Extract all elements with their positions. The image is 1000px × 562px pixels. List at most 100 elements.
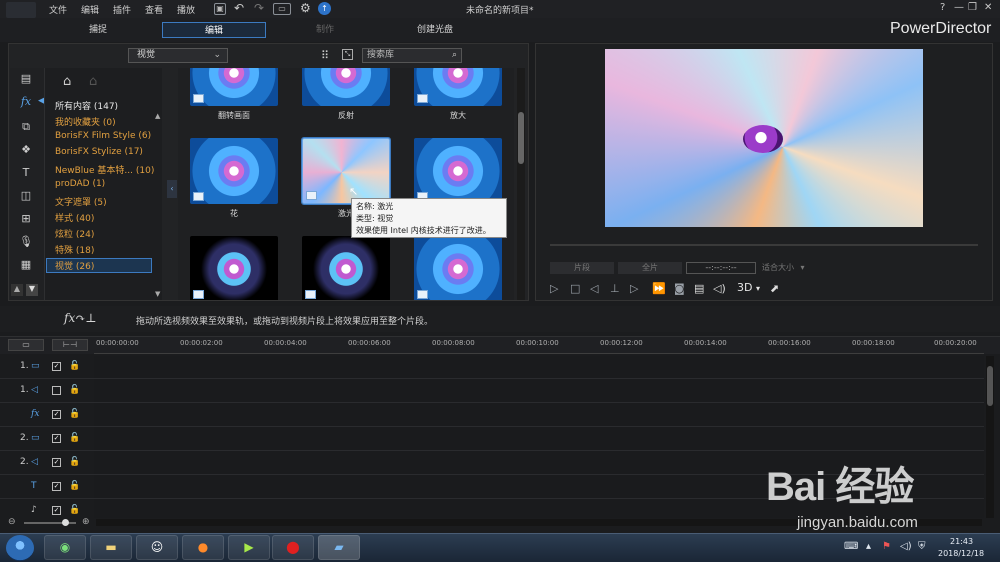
category-item[interactable]: 所有内容 (147) bbox=[55, 99, 118, 112]
add-favorite-icon[interactable]: ⌂ bbox=[63, 74, 71, 89]
scroll-down-icon[interactable]: ▼ bbox=[26, 284, 38, 296]
search-icon[interactable]: ⌕ bbox=[452, 49, 457, 62]
effect-thumbnail[interactable] bbox=[414, 236, 502, 300]
fit-timeline-icon[interactable]: ⊢⊣ bbox=[52, 339, 88, 351]
category-select[interactable]: 视觉 ⌄ bbox=[128, 48, 228, 63]
zoom-in-icon[interactable]: ⊕ bbox=[82, 517, 90, 527]
resize-icon[interactable]: ⤡ bbox=[342, 49, 353, 60]
category-item-selected[interactable]: 视觉 (26) bbox=[46, 258, 152, 273]
tab-capture[interactable]: 捕捉 bbox=[68, 22, 128, 38]
track-enable-checkbox[interactable]: ✓ bbox=[52, 410, 61, 419]
keyboard-icon[interactable]: ⌨ bbox=[844, 541, 858, 552]
movie-mode-button[interactable]: 全片 bbox=[618, 262, 682, 274]
maximize-button[interactable]: ❐ bbox=[968, 2, 977, 13]
timeline-zoom-slider[interactable]: ⊖ ⊕ bbox=[8, 517, 94, 527]
upgrade-icon[interactable]: ↑ bbox=[318, 2, 331, 15]
previous-frame-icon[interactable]: ◁ bbox=[590, 282, 598, 295]
tab-create-disc[interactable]: 创建光盘 bbox=[400, 22, 470, 38]
security-icon[interactable]: ⛨ bbox=[918, 541, 926, 552]
subtitle-icon[interactable]: ▤ bbox=[694, 282, 704, 295]
clock-date[interactable]: 2018/12/18 bbox=[938, 549, 984, 558]
minimize-button[interactable]: — bbox=[954, 2, 964, 13]
transition-room-icon[interactable]: ◫ bbox=[18, 189, 34, 203]
qq-icon[interactable]: ☺ bbox=[136, 535, 178, 560]
redo-icon[interactable]: ↷ bbox=[254, 1, 264, 15]
effect-thumbnail[interactable] bbox=[414, 68, 502, 106]
3d-mode-button[interactable]: 3D ▾ bbox=[737, 281, 760, 294]
effect-thumbnail[interactable] bbox=[190, 138, 278, 204]
category-item[interactable]: 样式 (40) bbox=[55, 211, 94, 224]
app-360-icon[interactable]: ◉ bbox=[44, 535, 86, 560]
scroll-up-icon[interactable]: ▲ bbox=[11, 284, 23, 296]
menu-view[interactable]: 查看 bbox=[145, 3, 163, 16]
clock-time[interactable]: 21:43 bbox=[950, 537, 973, 546]
preview-seek-bar[interactable] bbox=[550, 244, 978, 246]
save-icon[interactable]: ▣ bbox=[214, 3, 226, 15]
lock-icon[interactable]: 🔓 bbox=[69, 433, 80, 443]
aspect-ratio-icon[interactable]: ▭ bbox=[273, 3, 291, 15]
network-warning-icon[interactable]: ⚑ bbox=[882, 541, 891, 552]
help-button[interactable]: ? bbox=[940, 2, 945, 13]
close-button[interactable]: ✕ bbox=[984, 2, 992, 13]
lock-icon[interactable]: 🔓 bbox=[69, 385, 80, 395]
effect-thumbnail[interactable] bbox=[302, 68, 390, 106]
next-frame-icon[interactable]: ▷ bbox=[630, 282, 638, 295]
menu-edit[interactable]: 编辑 bbox=[81, 3, 99, 16]
track-enable-checkbox[interactable]: ✓ bbox=[52, 482, 61, 491]
record-icon[interactable]: ⬤ bbox=[272, 535, 314, 560]
menu-play[interactable]: 播放 bbox=[177, 3, 195, 16]
effects-room-icon[interactable]: fx bbox=[18, 95, 34, 109]
category-item[interactable]: 特殊 (18) bbox=[55, 243, 94, 256]
grid-view-icon[interactable]: ⠿ bbox=[321, 49, 329, 62]
timeline-vertical-scrollbar-thumb[interactable] bbox=[987, 366, 993, 406]
clip-mode-button[interactable]: 片段 bbox=[550, 262, 614, 274]
firefox-icon[interactable]: ● bbox=[182, 535, 224, 560]
grid-scrollbar[interactable] bbox=[517, 68, 525, 300]
effect-thumbnail[interactable] bbox=[414, 138, 502, 204]
play-icon[interactable]: ▷ bbox=[550, 282, 558, 295]
effect-thumbnail[interactable] bbox=[190, 68, 278, 106]
tab-edit[interactable]: 编辑 bbox=[162, 22, 266, 38]
track-enable-checkbox[interactable] bbox=[52, 386, 61, 395]
undo-icon[interactable]: ↶ bbox=[234, 1, 244, 15]
search-input[interactable]: 搜索库 ⌕ bbox=[362, 48, 462, 63]
volume-icon[interactable]: ◁) bbox=[713, 282, 726, 295]
collapse-panel-icon[interactable]: ‹ bbox=[167, 180, 177, 198]
zoom-out-icon[interactable]: ⊖ bbox=[8, 517, 16, 527]
zoom-select[interactable]: 适合大小 ▾ bbox=[762, 262, 820, 274]
lock-icon[interactable]: 🔓 bbox=[69, 481, 80, 491]
category-item[interactable]: 我的收藏夹 (0) bbox=[55, 115, 116, 128]
media-room-icon[interactable]: ▤ bbox=[18, 72, 34, 86]
category-item[interactable]: BorisFX Film Style (6) bbox=[55, 131, 151, 141]
zoom-handle[interactable] bbox=[62, 519, 69, 526]
file-explorer-icon[interactable]: ▬ bbox=[90, 535, 132, 560]
track-enable-checkbox[interactable]: ✓ bbox=[52, 434, 61, 443]
split-icon[interactable]: ⊥ bbox=[610, 282, 620, 295]
list-scroll-down-icon[interactable]: ▼ bbox=[155, 290, 160, 298]
chapter-room-icon[interactable]: ▦ bbox=[18, 258, 34, 272]
effect-thumbnail-selected[interactable] bbox=[301, 137, 391, 205]
effect-thumbnail[interactable] bbox=[190, 236, 278, 300]
timecode-field[interactable]: --:--:--:-- bbox=[686, 262, 756, 274]
storyboard-toggle-icon[interactable]: ▭ bbox=[8, 339, 44, 351]
video-converter-icon[interactable]: ▶ bbox=[228, 535, 270, 560]
list-scroll-up-icon[interactable]: ▲ bbox=[155, 112, 160, 120]
voiceover-icon[interactable]: 🎙 bbox=[18, 235, 34, 249]
track-enable-checkbox[interactable]: ✓ bbox=[52, 458, 61, 467]
title-room-icon[interactable]: T bbox=[18, 166, 34, 180]
category-item[interactable]: NewBlue 基本特... (10) bbox=[55, 163, 154, 176]
track-enable-checkbox[interactable]: ✓ bbox=[52, 506, 61, 515]
effect-thumbnail[interactable] bbox=[302, 236, 390, 300]
powerdirector-task-icon[interactable]: ▰ bbox=[318, 535, 360, 560]
track-enable-checkbox[interactable]: ✓ bbox=[52, 362, 61, 371]
lock-icon[interactable]: 🔓 bbox=[69, 505, 80, 515]
start-button[interactable] bbox=[6, 535, 34, 561]
lock-icon[interactable]: 🔓 bbox=[69, 409, 80, 419]
particle-room-icon[interactable]: ❖ bbox=[18, 143, 34, 157]
category-item[interactable]: BorisFX Stylize (17) bbox=[55, 147, 143, 157]
menu-plugins[interactable]: 插件 bbox=[113, 3, 131, 16]
lock-icon[interactable]: 🔓 bbox=[69, 361, 80, 371]
fast-forward-icon[interactable]: ⏩ bbox=[652, 282, 666, 295]
stop-icon[interactable]: □ bbox=[570, 282, 580, 295]
tray-arrow-icon[interactable]: ▴ bbox=[866, 541, 871, 552]
